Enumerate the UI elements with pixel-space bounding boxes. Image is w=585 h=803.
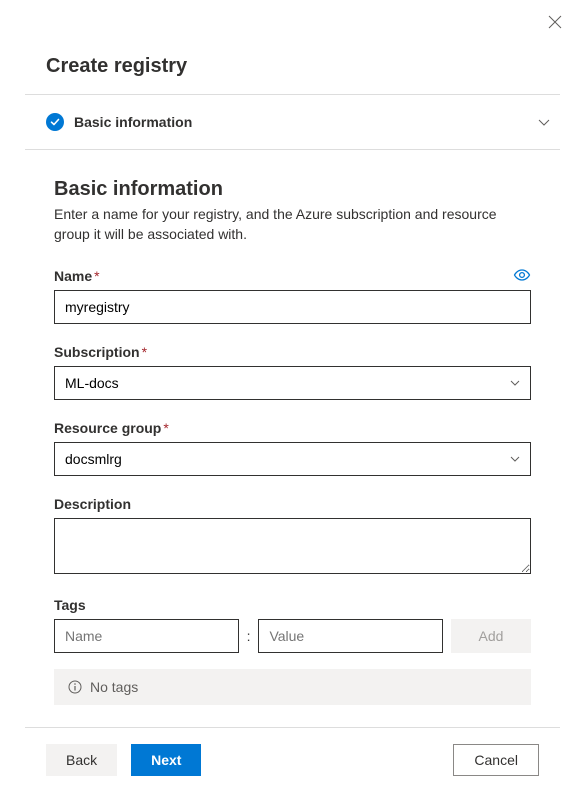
resource-group-select[interactable] [54, 442, 531, 476]
step-label: Basic information [74, 114, 192, 130]
close-icon [548, 15, 562, 29]
description-label: Description [54, 496, 131, 512]
check-circle-icon [46, 113, 64, 131]
chevron-down-icon [537, 115, 551, 129]
info-icon [68, 680, 82, 694]
name-label: Name [54, 268, 92, 284]
required-marker: * [142, 344, 147, 360]
step-basic-information[interactable]: Basic information [0, 95, 585, 149]
subscription-label: Subscription [54, 344, 140, 360]
resource-group-label: Resource group [54, 420, 161, 436]
back-button[interactable]: Back [46, 744, 117, 776]
no-tags-banner: No tags [54, 669, 531, 705]
tag-name-input[interactable] [54, 619, 239, 653]
step-left: Basic information [46, 113, 192, 131]
add-tag-button: Add [451, 619, 531, 653]
section-title: Basic information [54, 178, 531, 201]
name-input[interactable] [54, 290, 531, 324]
tags-label: Tags [54, 597, 86, 613]
page-title: Create registry [0, 0, 585, 94]
tag-value-input[interactable] [258, 619, 443, 653]
section-description: Enter a name for your registry, and the … [54, 205, 531, 244]
required-marker: * [163, 420, 168, 436]
next-button[interactable]: Next [131, 744, 201, 776]
subscription-select[interactable] [54, 366, 531, 400]
visibility-icon[interactable] [513, 268, 531, 284]
cancel-button[interactable]: Cancel [453, 744, 539, 776]
description-textarea[interactable] [54, 518, 531, 574]
close-button[interactable] [545, 12, 565, 32]
required-marker: * [94, 268, 99, 284]
tag-colon: : [247, 628, 251, 644]
no-tags-text: No tags [90, 679, 138, 695]
